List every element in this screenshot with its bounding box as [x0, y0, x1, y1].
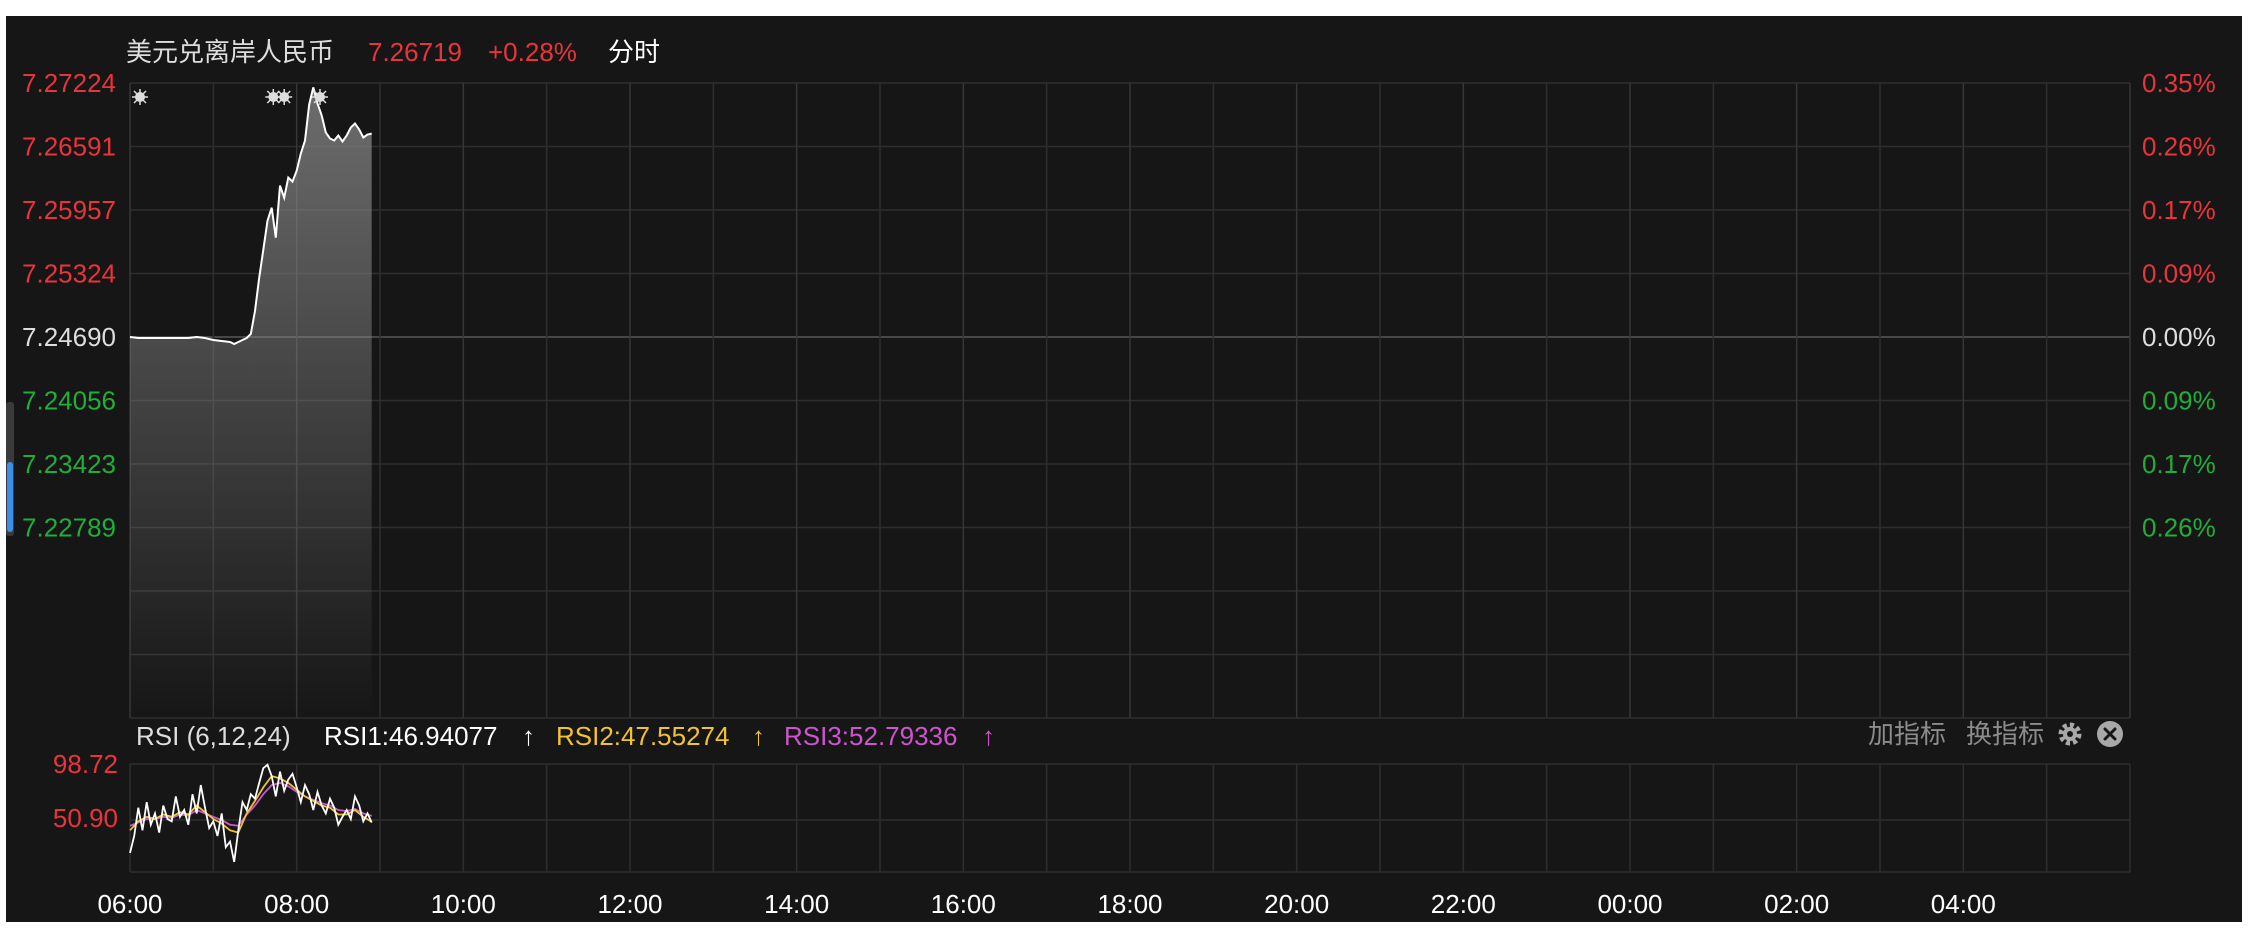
- current-price: 7.26719: [368, 37, 462, 67]
- time-tick-label: 16:00: [931, 889, 996, 919]
- percent-tick-label: 0.26%: [2142, 513, 2216, 543]
- price-tick-label: 7.22789: [22, 513, 116, 543]
- percent-tick-label: 0.09%: [2142, 386, 2216, 416]
- price-tick-label: 7.27224: [22, 68, 116, 98]
- side-scroll-handle[interactable]: [6, 402, 14, 536]
- instrument-name: 美元兑离岸人民币: [126, 37, 334, 67]
- price-tick-label: 7.24690: [22, 322, 116, 352]
- time-tick-label: 04:00: [1931, 889, 1996, 919]
- time-tick-label: 08:00: [264, 889, 329, 919]
- time-axis: 06:00 08:00 10:00 12:00 14:00 16:00 18:00 20:00…: [97, 889, 1995, 919]
- chart-window: 7.27224 7.26591 7.25957 7.25324 7.24690 7.240…: [6, 16, 2242, 922]
- time-tick-label: 06:00: [97, 889, 162, 919]
- percent-axis-right: 0.35% 0.26% 0.17% 0.09% 0.00% 0.09% 0.17% 0.26%: [2142, 68, 2216, 543]
- event-marker-rays: [312, 89, 328, 105]
- time-tick-label: 22:00: [1431, 889, 1496, 919]
- time-tick-label: 02:00: [1764, 889, 1829, 919]
- price-axis-left: 7.27224 7.26591 7.25957 7.25324 7.24690 7.240…: [22, 68, 116, 543]
- rsi-grid: [129, 763, 2131, 873]
- percent-tick-label: 0.17%: [2142, 449, 2216, 479]
- event-marker-icon: [132, 89, 148, 105]
- rsi2-arrow-icon: ↑: [752, 721, 765, 751]
- price-area-fill: [130, 87, 372, 718]
- price-tick-label: 7.23423: [22, 449, 116, 479]
- rsi3-value: RSI3:52.79336: [784, 721, 957, 751]
- time-tick-label: 14:00: [764, 889, 829, 919]
- rsi-tick-label: 50.90: [53, 803, 118, 833]
- gear-icon[interactable]: [2058, 722, 2082, 746]
- price-tick-label: 7.25324: [22, 258, 116, 288]
- price-tick-label: 7.26591: [22, 131, 116, 161]
- intraday-chart: 7.27224 7.26591 7.25957 7.25324 7.24690 7.240…: [6, 37, 2216, 919]
- add-indicator-button[interactable]: 加指标: [1868, 719, 1946, 749]
- rsi-lines: [129, 763, 373, 863]
- time-tick-label: 20:00: [1264, 889, 1329, 919]
- event-marker-rays: [132, 89, 148, 105]
- rsi-tick-label: 98.72: [53, 749, 118, 779]
- percent-tick-label: 0.26%: [2142, 132, 2216, 162]
- time-tick-label: 18:00: [1097, 889, 1162, 919]
- time-tick-label: 10:00: [431, 889, 496, 919]
- price-grid: [129, 82, 2131, 719]
- price-tick-label: 7.25957: [22, 195, 116, 225]
- rsi2-line: [129, 775, 373, 834]
- switch-indicator-button[interactable]: 换指标: [1966, 719, 2044, 749]
- time-tick-label: 12:00: [597, 889, 662, 919]
- event-markers: [132, 89, 328, 105]
- percent-tick-label: 0.00%: [2142, 322, 2216, 352]
- rsi1-value: RSI1:46.94077: [324, 721, 497, 751]
- rsi1-arrow-icon: ↑: [522, 721, 535, 751]
- mode-tab-intraday[interactable]: 分时: [608, 37, 660, 67]
- event-marker-rays: [276, 89, 293, 105]
- event-marker-icon: [312, 89, 328, 105]
- indicator-name: RSI (6,12,24): [136, 721, 291, 751]
- close-icon[interactable]: [2097, 721, 2123, 747]
- rsi3-arrow-icon: ↑: [982, 721, 995, 751]
- rsi1-line: [129, 763, 373, 863]
- rsi-axis: 98.72 50.90: [53, 749, 118, 833]
- price-change: +0.28%: [488, 37, 577, 67]
- price-tick-label: 7.24056: [22, 386, 116, 416]
- percent-tick-label: 0.17%: [2142, 195, 2216, 225]
- event-marker-icon: [276, 89, 293, 105]
- percent-tick-label: 0.35%: [2142, 68, 2216, 98]
- rsi2-value: RSI2:47.55274: [556, 721, 729, 751]
- price-area: [129, 87, 372, 718]
- time-tick-label: 00:00: [1597, 889, 1662, 919]
- percent-tick-label: 0.09%: [2142, 259, 2216, 289]
